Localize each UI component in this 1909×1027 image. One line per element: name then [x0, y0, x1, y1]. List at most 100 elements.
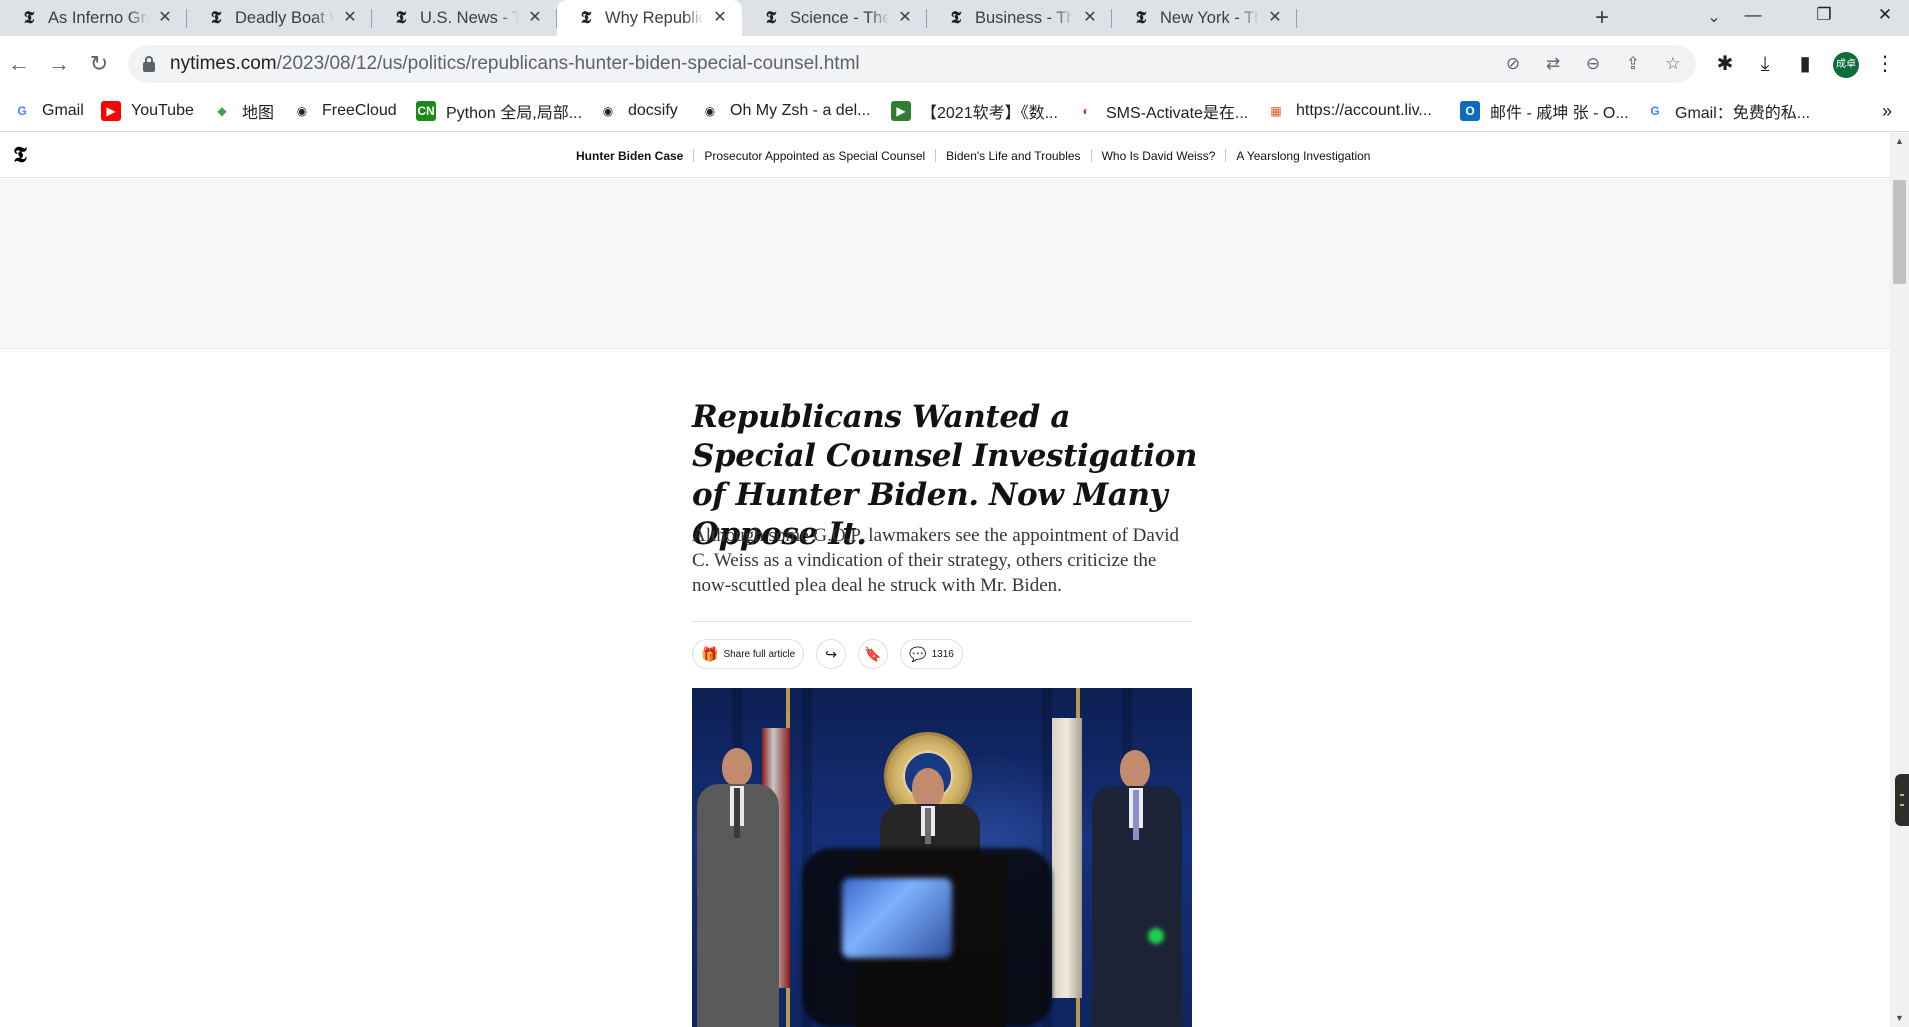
gift-icon: 🎁	[701, 646, 719, 662]
browser-tab[interactable]: 𝕿 Deadly Boat Wreck in ✕	[187, 0, 372, 36]
close-tab-icon[interactable]: ✕	[710, 8, 730, 28]
share-arrow-icon: ↪	[825, 646, 837, 662]
zoom-icon[interactable]: ⊖	[1580, 51, 1606, 77]
side-drawer-handle[interactable]	[1895, 774, 1909, 826]
nav-link[interactable]: Who Is David Weiss?	[1102, 149, 1216, 163]
save-button[interactable]: 🔖	[858, 639, 889, 669]
bookmark-item[interactable]: G Gmail	[12, 92, 84, 130]
bookmark-item[interactable]: ▶ YouTube	[101, 92, 194, 130]
reload-button[interactable]: ↻	[84, 49, 114, 79]
translate-icon[interactable]: ⇄	[1540, 51, 1566, 77]
close-tab-icon[interactable]: ✕	[895, 8, 915, 28]
profile-avatar[interactable]: 成卓	[1833, 52, 1859, 78]
bookmark-star-icon[interactable]: ☆	[1660, 51, 1686, 77]
page-scrollbar[interactable]: ▲ ▼	[1890, 133, 1909, 1027]
bookmark-item[interactable]: ◉ FreeCloud	[292, 92, 397, 130]
lock-icon[interactable]	[142, 56, 156, 72]
nav-divider	[935, 149, 937, 162]
tab-title: Science - The New York	[790, 8, 889, 27]
ad-placeholder	[0, 179, 1890, 349]
nav-divider	[1225, 149, 1227, 162]
story-nav: Hunter Biden Case Prosecutor Appointed a…	[576, 133, 1370, 178]
bookmark-label: 邮件 - 戚坤 张 - O...	[1490, 105, 1629, 122]
article-actions: 🎁 Share full article ↪ 🔖 💬 1316	[692, 639, 975, 669]
web-page: 𝕿 Hunter Biden Case Prosecutor Appointed…	[0, 133, 1890, 1027]
minimize-button[interactable]: —	[1730, 0, 1776, 30]
close-tab-icon[interactable]: ✕	[155, 8, 175, 28]
bookmark-item[interactable]: CN Python 全局,局部...	[416, 92, 582, 130]
nyt-favicon-icon: 𝕿	[210, 8, 222, 28]
nav-link[interactable]: Biden's Life and Troubles	[946, 149, 1080, 163]
close-tab-icon[interactable]: ✕	[525, 8, 545, 28]
nav-link[interactable]: Hunter Biden Case	[576, 149, 683, 163]
share-full-article-button[interactable]: 🎁 Share full article	[692, 639, 805, 669]
forward-button[interactable]: →	[44, 49, 74, 79]
bookmark-item[interactable]: G Gmail：免费的私...	[1645, 92, 1810, 130]
scroll-thumb[interactable]	[1893, 179, 1906, 284]
outlook-icon: O	[1460, 101, 1480, 121]
bookmark-item[interactable]: ◆ 地图	[212, 92, 274, 130]
bookmarks-bar: G Gmail ▶ YouTube ◆ 地图 ◉ FreeCloud CN Py…	[0, 92, 1909, 132]
nav-divider	[1090, 149, 1092, 162]
scroll-up-icon[interactable]: ▲	[1890, 133, 1909, 150]
tab-search-icon[interactable]: ⌄	[1700, 4, 1728, 32]
bookmark-item[interactable]: ◐ SMS-Activate是在...	[1076, 92, 1248, 130]
tab-title: Why Republicans Soured	[605, 8, 704, 27]
browser-tab[interactable]: 𝕿 U.S. News - The New York ✕	[372, 0, 557, 36]
tab-title: As Inferno Grew, Lahaina	[48, 8, 149, 27]
nyt-favicon-icon: 𝕿	[1135, 8, 1147, 28]
tab-title: Deadly Boat Wreck in	[235, 8, 334, 27]
share-icon[interactable]: ⇪	[1620, 51, 1646, 77]
bookmark-label: 地图	[242, 105, 275, 122]
bookmark-item[interactable]: ◉ docsify	[598, 92, 678, 130]
bookmark-item[interactable]: ▦ https://account.liv...	[1266, 92, 1432, 130]
menu-icon[interactable]: ⋮	[1870, 49, 1900, 79]
nyt-top-bar: 𝕿 Hunter Biden Case Prosecutor Appointed…	[0, 133, 1890, 178]
back-button[interactable]: ←	[4, 49, 34, 79]
restore-button[interactable]: ❐	[1801, 0, 1847, 30]
tab-strip: 𝕿 As Inferno Grew, Lahaina ✕ 𝕿 Deadly Bo…	[0, 0, 1909, 36]
close-tab-icon[interactable]: ✕	[340, 8, 360, 28]
globe-icon: ◉	[598, 101, 618, 121]
extensions-icon[interactable]: ✱	[1710, 49, 1740, 79]
comments-button[interactable]: 💬 1316	[900, 639, 963, 669]
official-left	[692, 748, 792, 1027]
bookmark-item[interactable]: ▶ 【2021软考】《数...	[891, 92, 1058, 130]
address-bar[interactable]: nytimes.com/2023/08/12/us/politics/repub…	[128, 45, 1696, 83]
nyt-logo-icon[interactable]: 𝕿	[8, 142, 32, 168]
bookmark-label: FreeCloud	[322, 102, 397, 119]
browser-tab[interactable]: 𝕿 As Inferno Grew, Lahaina ✕	[0, 0, 187, 36]
google-icon: G	[1645, 101, 1665, 121]
close-window-button[interactable]: ✕	[1862, 0, 1908, 30]
scroll-down-icon[interactable]: ▼	[1890, 1010, 1909, 1027]
lead-photo	[692, 688, 1192, 1027]
bookmark-label: 【2021软考】《数...	[921, 105, 1058, 122]
camera-viewfinder	[842, 878, 952, 958]
official-right	[1092, 750, 1192, 1027]
browser-tab[interactable]: 𝕿 Science - The New York ✕	[742, 0, 927, 36]
close-tab-icon[interactable]: ✕	[1265, 8, 1285, 28]
maps-icon: ◆	[212, 101, 232, 121]
side-panel-icon[interactable]: ▮	[1790, 49, 1820, 79]
more-bookmarks-icon[interactable]: »	[1876, 100, 1898, 122]
browser-tab-active[interactable]: 𝕿 Why Republicans Soured ✕	[557, 0, 742, 36]
downloads-icon[interactable]: ⤓	[1750, 49, 1780, 79]
nav-link[interactable]: A Yearslong Investigation	[1236, 149, 1370, 163]
close-tab-icon[interactable]: ✕	[1080, 8, 1100, 28]
google-icon: G	[12, 101, 32, 121]
browser-tab[interactable]: 𝕿 Business - The New York ✕	[927, 0, 1112, 36]
share-button[interactable]: ↪	[816, 639, 847, 669]
doj-flag	[1052, 718, 1082, 998]
bookmark-item[interactable]: O 邮件 - 戚坤 张 - O...	[1460, 92, 1629, 130]
translate-blocked-icon[interactable]: ⊘	[1500, 51, 1526, 77]
bookmark-label: YouTube	[131, 102, 194, 119]
nav-link[interactable]: Prosecutor Appointed as Special Counsel	[704, 149, 925, 163]
browser-toolbar: ← → ↻ nytimes.com/2023/08/12/us/politics…	[0, 36, 1909, 92]
globe-icon: ◉	[292, 101, 312, 121]
new-tab-button[interactable]: +	[1588, 4, 1616, 32]
url-text[interactable]: nytimes.com/2023/08/12/us/politics/repub…	[170, 45, 860, 83]
url-path: /2023/08/12/us/politics/republicans-hunt…	[276, 53, 860, 74]
nyt-favicon-icon: 𝕿	[950, 8, 962, 28]
browser-tab[interactable]: 𝕿 New York - The New York ✕	[1112, 0, 1297, 36]
bookmark-item[interactable]: ◉ Oh My Zsh - a del...	[700, 92, 870, 130]
